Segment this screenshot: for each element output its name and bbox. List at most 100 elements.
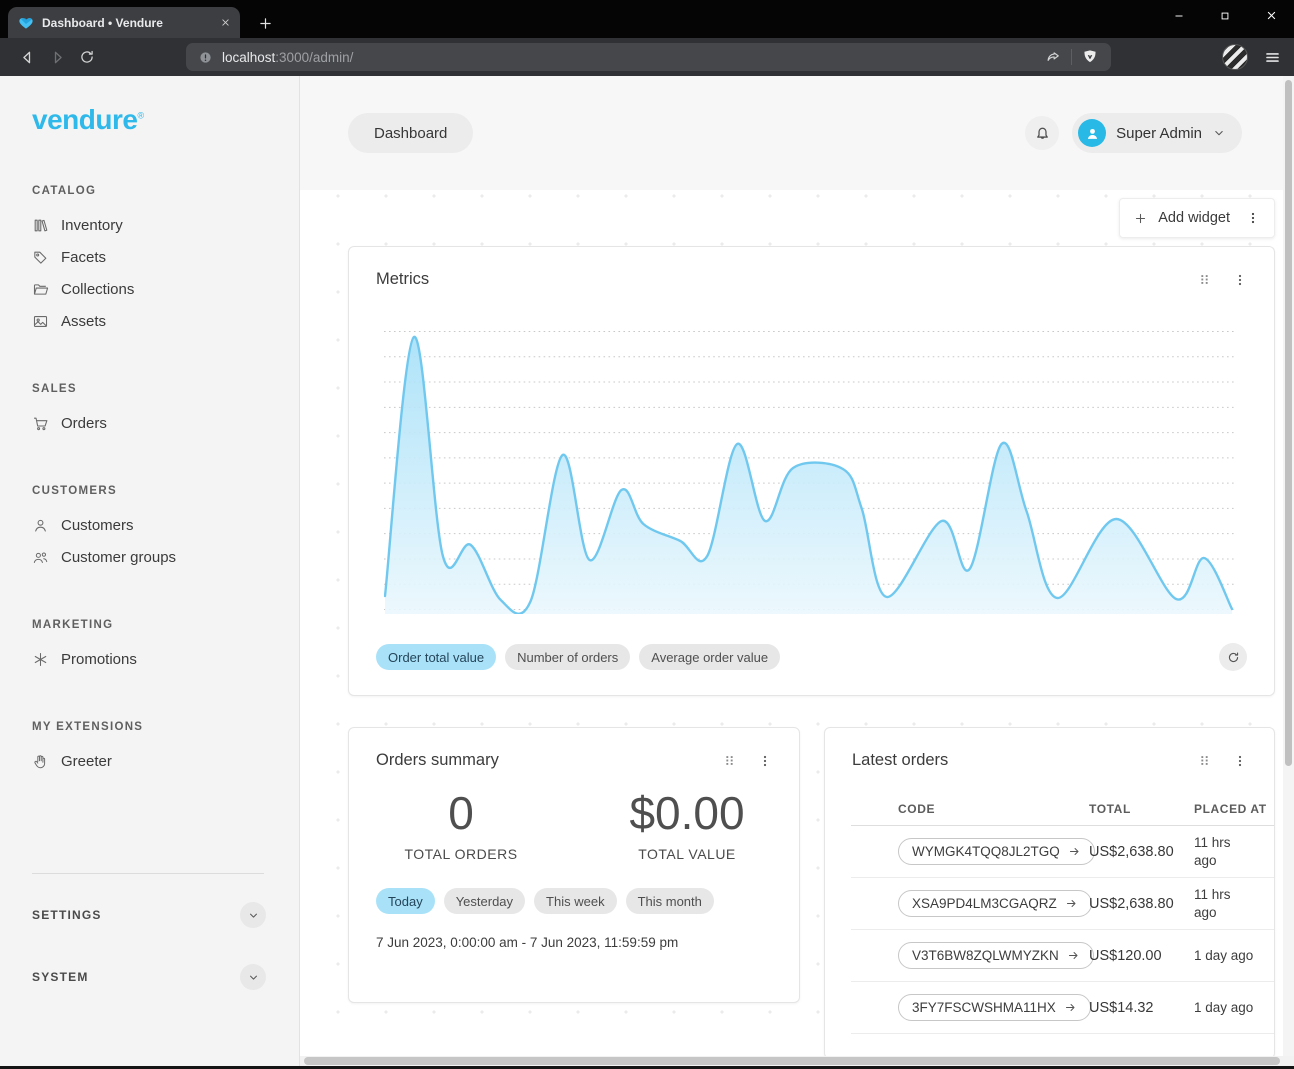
chevron-down-icon	[1212, 126, 1226, 140]
back-button[interactable]	[12, 42, 42, 72]
latest-orders-widget: Latest orders CODETOTALPLACED AT WYMGK4T…	[824, 727, 1275, 1059]
tab-close-icon[interactable]	[219, 16, 232, 29]
url-text: localhost:3000/admin/	[222, 50, 1035, 65]
sidebar-item-collections[interactable]: Collections	[32, 273, 299, 305]
refresh-button[interactable]	[1219, 643, 1247, 671]
sidebar-item-promotions[interactable]: Promotions	[32, 643, 299, 675]
kebab-menu-icon[interactable]	[1245, 210, 1261, 226]
order-code-link[interactable]: V3T6BW8ZQLWMYZKN	[898, 942, 1094, 969]
sidebar-item-label: Customer groups	[61, 549, 176, 566]
arrow-right-icon	[1065, 897, 1078, 910]
metric-chip-order-total-value[interactable]: Order total value	[376, 644, 496, 670]
inventory-icon	[32, 217, 49, 234]
metric-selector-chips: Order total value Number of orders Average…	[376, 644, 780, 670]
customer-groups-icon	[32, 549, 49, 566]
share-icon[interactable]	[1044, 48, 1062, 66]
table-row: WYMGK4TQQ8JL2TGQUS$2,638.8011 hrs ago	[851, 826, 1274, 878]
sidebar-item-label: Greeter	[61, 753, 112, 770]
order-total: US$120.00	[1089, 948, 1194, 964]
sidebar-item-greeter[interactable]: Greeter	[32, 745, 299, 777]
forward-button[interactable]	[42, 42, 72, 72]
sidebar-item-orders[interactable]: Orders	[32, 407, 299, 439]
sidebar-section-marketing: MARKETINGPromotions	[32, 619, 299, 675]
browser-profile-avatar[interactable]	[1222, 44, 1248, 70]
widget-title: Metrics	[376, 270, 1197, 289]
orders-summary-widget: Orders summary 0 TOTAL ORDERS $0.00	[348, 727, 800, 1003]
chevron-down-icon[interactable]	[240, 964, 266, 990]
vendure-favicon-icon	[18, 15, 34, 31]
brave-shield-icon[interactable]	[1081, 48, 1099, 66]
vendure-logo[interactable]: vendure®	[32, 104, 299, 136]
order-total: US$14.32	[1089, 1000, 1194, 1016]
sidebar-item-label: Orders	[61, 415, 107, 432]
section-label: SALES	[32, 383, 299, 395]
arrow-right-icon	[1064, 1001, 1077, 1014]
column-header-code: CODE	[851, 802, 1089, 816]
chevron-down-icon[interactable]	[240, 902, 266, 928]
kebab-menu-icon[interactable]	[1232, 272, 1248, 288]
drag-handle-icon[interactable]	[1197, 753, 1212, 768]
arrow-right-icon	[1067, 949, 1080, 962]
horizontal-scrollbar-thumb[interactable]	[304, 1057, 1280, 1065]
main-content: Dashboard Super Admin Add widget	[300, 76, 1294, 1069]
order-code-link[interactable]: WYMGK4TQQ8JL2TGQ	[898, 838, 1095, 865]
browser-toolbar: localhost:3000/admin/	[0, 38, 1294, 76]
metric-chip-number-of-orders[interactable]: Number of orders	[505, 644, 630, 670]
range-chip-today[interactable]: Today	[376, 888, 435, 914]
order-total: US$2,638.80	[1089, 896, 1194, 912]
sidebar-group-system[interactable]: SYSTEM	[32, 956, 299, 998]
add-widget-button[interactable]: Add widget	[1119, 198, 1275, 238]
widget-title: Orders summary	[376, 751, 722, 770]
tab-title: Dashboard • Vendure	[42, 16, 211, 30]
order-code: 3FY7FSCWSHMA11HX	[912, 1000, 1056, 1015]
kebab-menu-icon[interactable]	[757, 753, 773, 769]
table-row: V3T6BW8ZQLWMYZKN US$120.001 day ago	[851, 930, 1274, 982]
minimize-button[interactable]	[1156, 0, 1202, 31]
sidebar-item-inventory[interactable]: Inventory	[32, 209, 299, 241]
reload-button[interactable]	[72, 42, 102, 72]
table-header-row: CODETOTALPLACED AT	[851, 792, 1274, 826]
url-bar[interactable]: localhost:3000/admin/	[186, 43, 1111, 71]
plus-icon	[1133, 211, 1148, 226]
order-placed-at: 11 hrs ago	[1194, 886, 1254, 921]
range-chip-this-month[interactable]: This month	[626, 888, 714, 914]
drag-handle-icon[interactable]	[722, 753, 737, 768]
range-chip-yesterday[interactable]: Yesterday	[444, 888, 525, 914]
order-code-link[interactable]: XSA9PD4LM3CGAQRZ	[898, 890, 1092, 917]
vertical-scrollbar[interactable]	[1283, 76, 1294, 1057]
site-info-icon[interactable]	[198, 50, 213, 65]
sidebar-item-customer-groups[interactable]: Customer groups	[32, 541, 299, 573]
new-tab-button[interactable]	[252, 10, 278, 36]
sidebar-item-customers[interactable]: Customers	[32, 509, 299, 541]
metric-chip-average-order-value[interactable]: Average order value	[639, 644, 780, 670]
order-code: XSA9PD4LM3CGAQRZ	[912, 896, 1057, 911]
close-button[interactable]	[1248, 0, 1294, 31]
sidebar-item-label: Collections	[61, 281, 134, 298]
kebab-menu-icon[interactable]	[1232, 753, 1248, 769]
table-row: XSA9PD4LM3CGAQRZ US$2,638.8011 hrs ago	[851, 878, 1274, 930]
column-header-placed-at: PLACED AT	[1194, 802, 1254, 816]
vertical-scrollbar-thumb[interactable]	[1285, 80, 1292, 766]
horizontal-scrollbar[interactable]	[300, 1056, 1294, 1066]
customers-icon	[32, 517, 49, 534]
range-chip-this-week[interactable]: This week	[534, 888, 617, 914]
sidebar-item-assets[interactable]: Assets	[32, 305, 299, 337]
sidebar-item-label: Inventory	[61, 217, 123, 234]
order-code-link[interactable]: 3FY7FSCWSHMA11HX	[898, 994, 1091, 1021]
sidebar-item-label: Assets	[61, 313, 106, 330]
sidebar-group-settings[interactable]: SETTINGS	[32, 894, 299, 936]
order-code: V3T6BW8ZQLWMYZKN	[912, 948, 1059, 963]
browser-tab[interactable]: Dashboard • Vendure	[8, 7, 240, 38]
sidebar-item-facets[interactable]: Facets	[32, 241, 299, 273]
notifications-button[interactable]	[1025, 116, 1059, 150]
user-menu[interactable]: Super Admin	[1072, 113, 1242, 153]
bell-icon	[1033, 124, 1052, 143]
latest-orders-table: CODETOTALPLACED AT WYMGK4TQQ8JL2TGQUS$2,…	[851, 792, 1274, 1034]
facets-icon	[32, 249, 49, 266]
maximize-button[interactable]	[1202, 0, 1248, 31]
browser-menu-icon[interactable]	[1263, 48, 1282, 67]
drag-handle-icon[interactable]	[1197, 272, 1212, 287]
sidebar-divider	[32, 873, 264, 874]
order-placed-at: 1 day ago	[1194, 947, 1254, 965]
content-header: Dashboard Super Admin	[300, 76, 1294, 190]
